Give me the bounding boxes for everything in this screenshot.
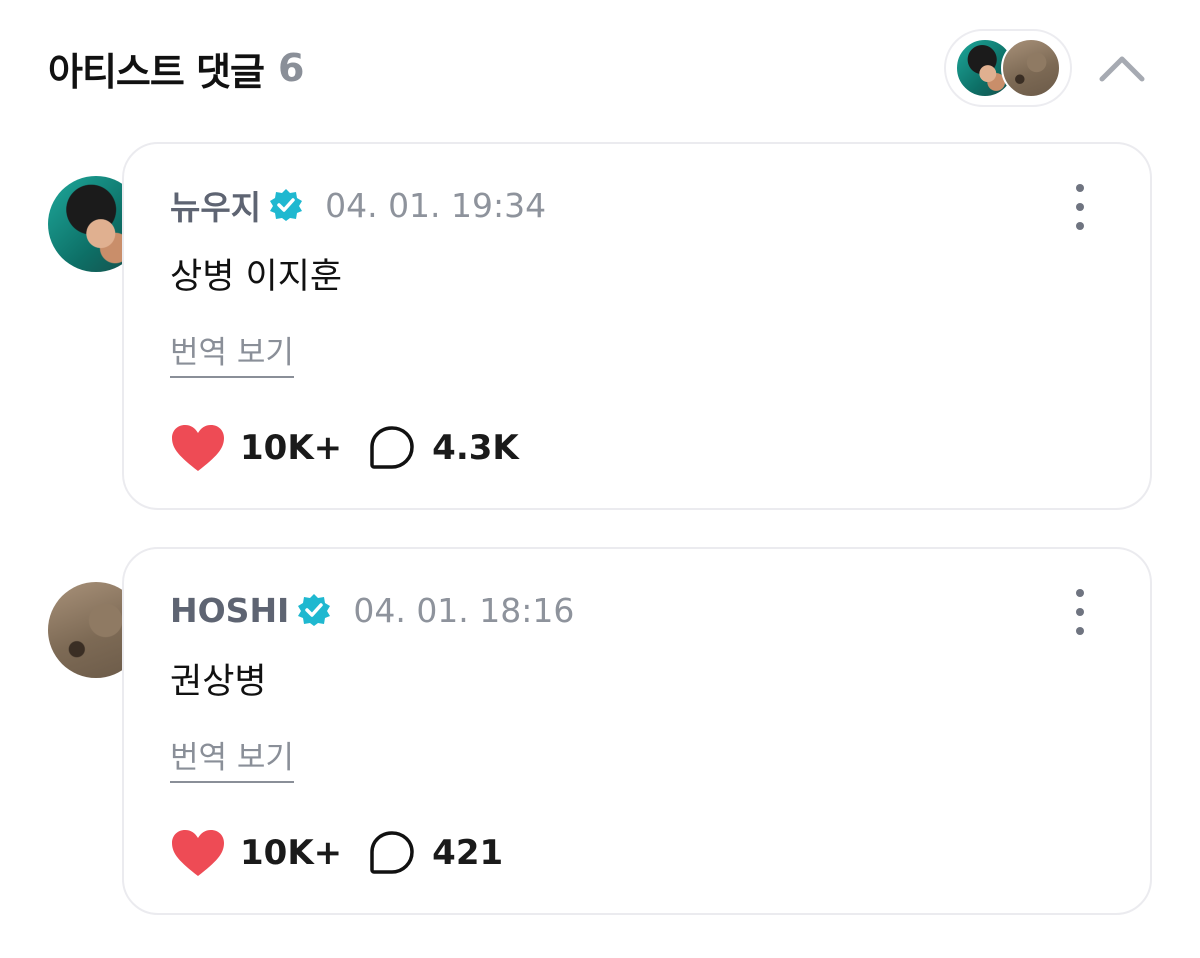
comment-timestamp: 04. 01. 18:16 (353, 590, 575, 630)
comment-card: HOSHI 04. 01. 18:16 권상병 번역 보기 10K+ 421 (122, 547, 1152, 915)
more-options-button[interactable] (1068, 589, 1092, 635)
comment-actions: 10K+ 421 (170, 825, 503, 881)
artist-avatar-stack[interactable] (944, 29, 1072, 107)
reply-bubble-icon[interactable] (368, 424, 416, 472)
comment-meta: HOSHI 04. 01. 18:16 (170, 587, 574, 633)
comment-card: 뉴우지 04. 01. 19:34 상병 이지훈 번역 보기 10K+ 4.3K (122, 142, 1152, 510)
avatar (1001, 38, 1061, 98)
author-name[interactable]: HOSHI (170, 591, 289, 630)
heart-icon[interactable] (170, 828, 226, 878)
verified-badge-icon (298, 594, 331, 626)
translate-link[interactable]: 번역 보기 (170, 732, 294, 783)
comment-timestamp: 04. 01. 19:34 (325, 185, 547, 225)
reply-bubble-icon[interactable] (368, 829, 416, 877)
comment-text: 권상병 (170, 662, 267, 702)
author-name[interactable]: 뉴우지 (170, 181, 261, 229)
chevron-up-icon (1099, 56, 1145, 82)
section-header: 아티스트 댓글 6 (48, 29, 1150, 107)
more-vertical-icon (1076, 589, 1084, 597)
like-count: 10K+ (240, 833, 343, 873)
comment-text: 상병 이지훈 (170, 257, 343, 297)
more-options-button[interactable] (1068, 184, 1092, 230)
translate-link[interactable]: 번역 보기 (170, 327, 294, 378)
reply-count: 4.3K (432, 428, 519, 468)
collapse-button[interactable] (1094, 40, 1150, 96)
comment-actions: 10K+ 4.3K (170, 420, 519, 476)
like-count: 10K+ (240, 428, 343, 468)
section-title: 아티스트 댓글 (48, 49, 265, 94)
reply-count: 421 (432, 833, 504, 873)
heart-icon[interactable] (170, 423, 226, 473)
comment-count: 6 (278, 46, 305, 90)
comment-meta: 뉴우지 04. 01. 19:34 (170, 182, 546, 228)
more-vertical-icon (1076, 184, 1084, 192)
verified-badge-icon (270, 189, 303, 221)
artist-comments-page: 아티스트 댓글 6 뉴우지 04. 01. 19:34 상병 이지훈 번역 보기 (0, 0, 1200, 958)
